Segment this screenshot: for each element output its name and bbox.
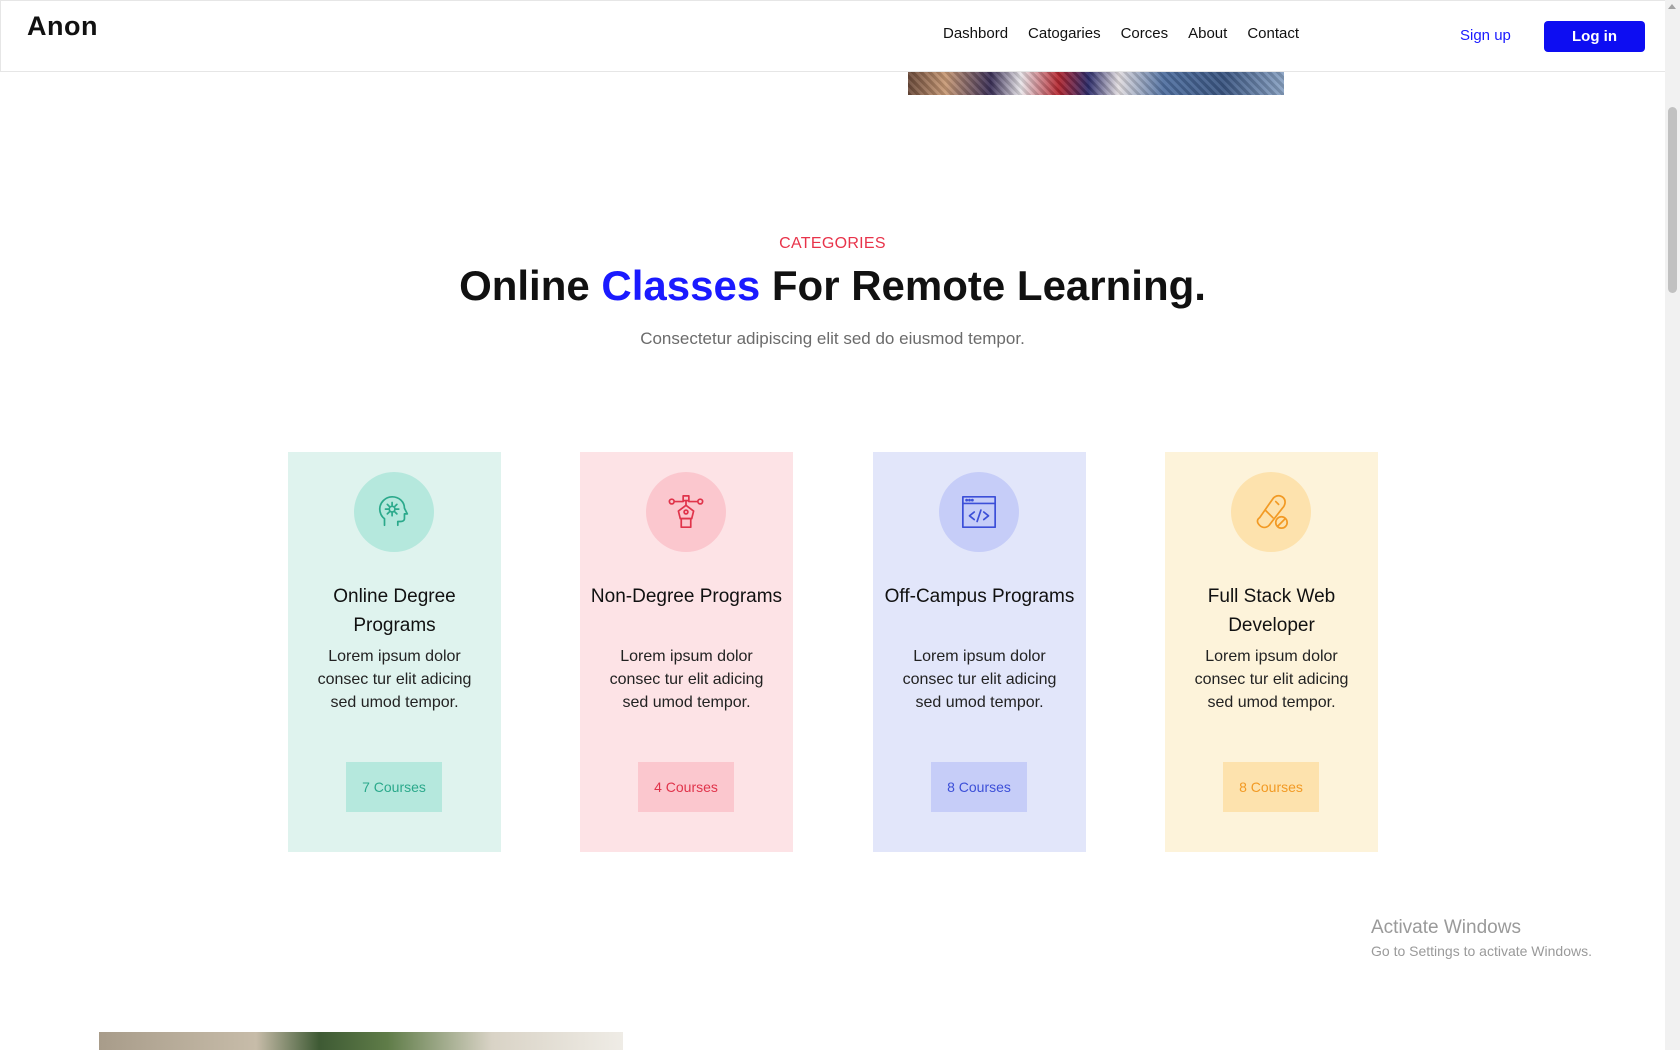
card-title: Off-Campus Programs [884, 586, 1075, 607]
title-part-1: Online [459, 262, 602, 309]
section-eyebrow: CATEGORIES [779, 235, 886, 252]
card-icon-circle [354, 472, 434, 552]
activate-windows-title: Activate Windows [1371, 917, 1521, 938]
title-highlight: Classes [601, 262, 761, 309]
site-logo[interactable]: Anon [27, 11, 98, 42]
card-icon-circle [646, 472, 726, 552]
nav-categories[interactable]: Catogaries [1028, 25, 1101, 42]
card-description: Lorem ipsum dolor consec tur elit adicin… [1194, 648, 1349, 711]
category-card-off-campus[interactable]: Off-Campus Programs Lorem ipsum dolor co… [873, 452, 1086, 852]
main-nav: Dashbord Catogaries Corces About Contact [943, 25, 1299, 42]
title-part-2: For Remote Learning. [760, 262, 1206, 309]
scroll-up-arrow-icon[interactable] [1668, 4, 1676, 9]
section-image [99, 1032, 623, 1050]
card-title: Online Degree Programs [333, 586, 456, 636]
courses-badge[interactable]: 8 Courses [931, 762, 1027, 812]
pen-tool-icon [668, 494, 704, 529]
courses-badge[interactable]: 8 Courses [1223, 762, 1319, 812]
hero-image [908, 72, 1284, 95]
card-icon-circle [1231, 472, 1311, 552]
courses-badge[interactable]: 7 Courses [346, 762, 442, 812]
scroll-thumb[interactable] [1668, 107, 1677, 293]
card-title: Non-Degree Programs [590, 586, 783, 607]
category-card-full-stack[interactable]: Full Stack Web Developer Lorem ipsum dol… [1165, 452, 1378, 852]
section-subtitle: Consectetur adipiscing elit sed do eiusm… [640, 329, 1025, 348]
activate-windows-subtitle: Go to Settings to activate Windows. [1371, 943, 1592, 959]
pill-icon [1256, 494, 1289, 530]
nav-courses[interactable]: Corces [1121, 25, 1169, 42]
nav-contact[interactable]: Contact [1247, 25, 1299, 42]
login-button[interactable]: Log in [1544, 21, 1645, 52]
page-scrollbar[interactable] [1665, 0, 1680, 1050]
card-description: Lorem ipsum dolor consec tur elit adicin… [902, 648, 1057, 711]
signup-link[interactable]: Sign up [1460, 27, 1511, 44]
card-title: Full Stack Web Developer [1207, 586, 1336, 636]
site-header: Anon Dashbord Catogaries Corces About Co… [0, 0, 1665, 72]
card-icon-circle [939, 472, 1019, 552]
category-card-non-degree[interactable]: Non-Degree Programs Lorem ipsum dolor co… [580, 452, 793, 852]
nav-about[interactable]: About [1188, 25, 1227, 42]
courses-badge[interactable]: 4 Courses [638, 762, 734, 812]
mind-gear-icon [378, 495, 409, 527]
code-window-icon [961, 495, 997, 529]
card-description: Lorem ipsum dolor consec tur elit adicin… [609, 648, 764, 711]
category-card-online-degree[interactable]: Online Degree Programs Lorem ipsum dolor… [288, 452, 501, 852]
nav-dashboard[interactable]: Dashbord [943, 25, 1008, 42]
card-description: Lorem ipsum dolor consec tur elit adicin… [317, 648, 472, 711]
section-title: Online Classes For Remote Learning. [0, 262, 1665, 310]
